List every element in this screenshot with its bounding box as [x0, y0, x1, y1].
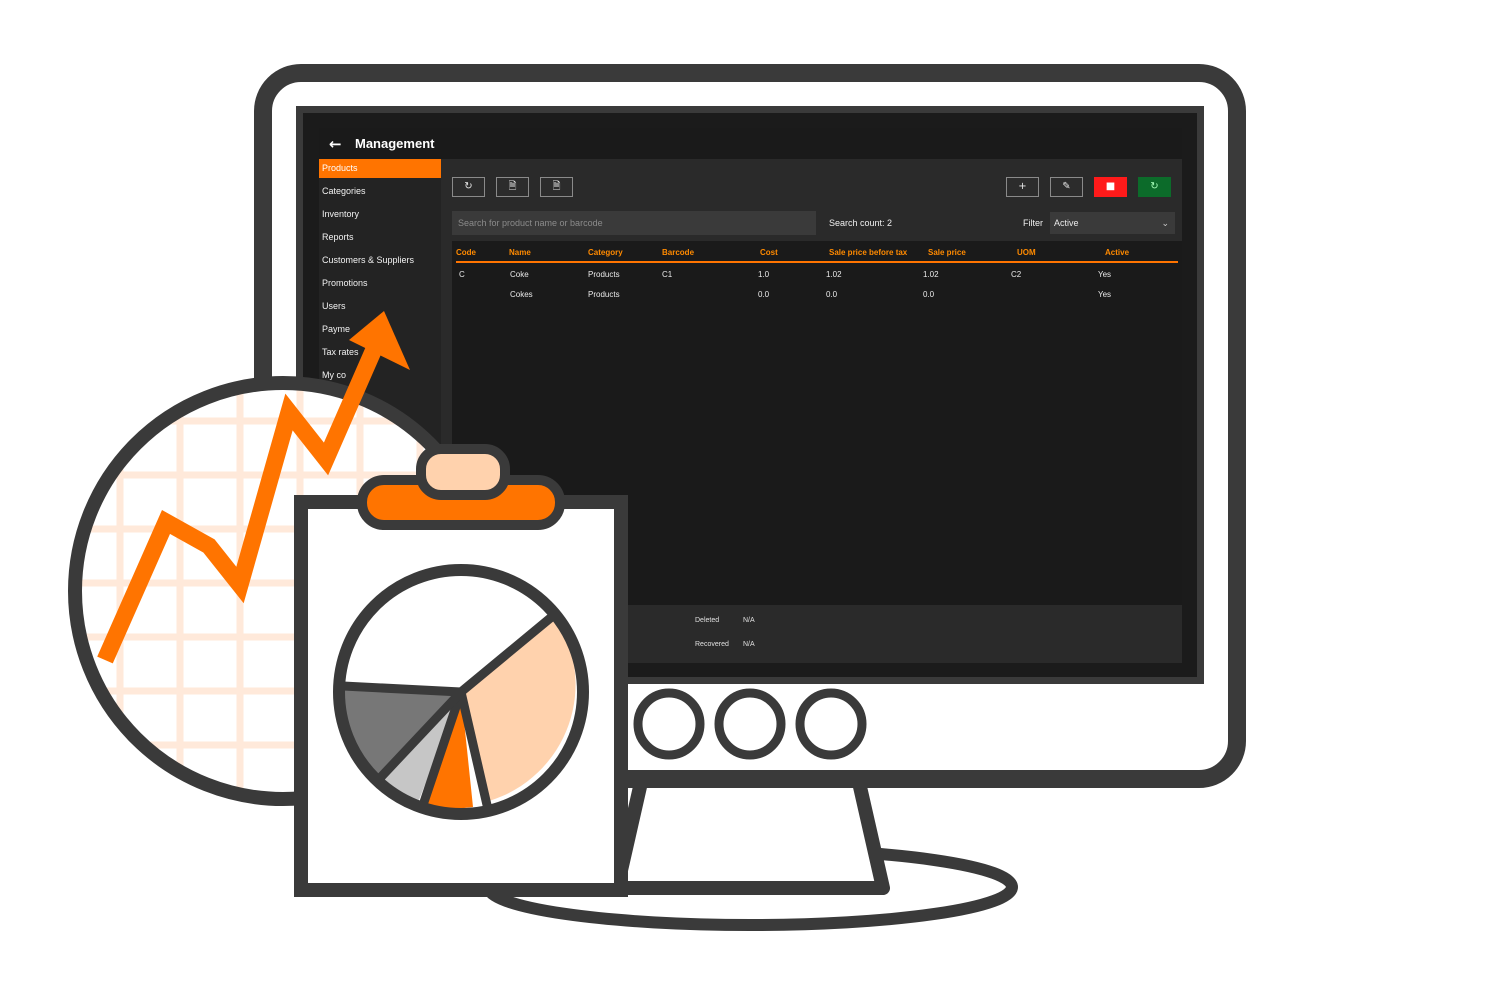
refresh-icon: ↻: [464, 181, 473, 192]
cell-sale-price: 1.02: [923, 270, 939, 279]
restore-button[interactable]: ↻: [1138, 177, 1171, 197]
cell-name: Coke: [510, 270, 529, 279]
cell-cost: 0.0: [758, 290, 770, 299]
products-table: Code Name Category Barcode Cost Sale pri…: [452, 241, 1182, 605]
search-input[interactable]: [452, 211, 816, 235]
edit-icon: ✎: [1062, 181, 1071, 192]
filter-dropdown[interactable]: Active ⌄: [1050, 212, 1175, 234]
cell-code: C: [459, 270, 465, 279]
page-title: Management: [355, 136, 435, 151]
monitor-button-2: [714, 688, 786, 760]
table-row[interactable]: Cokes Products 0.0 0.0 0.0 Yes: [456, 285, 1178, 305]
app-header: ← Management: [319, 128, 1182, 159]
sidebar-item-payments[interactable]: Payme: [319, 320, 441, 343]
plus-icon: +: [1018, 181, 1027, 192]
file-export-icon: 🗎: [552, 181, 561, 192]
main-content: ↻ 🗎 🗎 + ✎ ■ ↻ Search count: 2 Filter Act…: [444, 159, 1182, 663]
sidebar-item-inventory[interactable]: Inventory: [319, 205, 441, 228]
sidebar-item-categories[interactable]: Categories: [319, 182, 441, 205]
deleted-value: N/A: [743, 617, 755, 624]
deleted-label: Deleted: [695, 617, 720, 624]
sidebar-item-users[interactable]: Users: [319, 297, 441, 320]
cell-sale-price: 0.0: [923, 290, 935, 299]
record-info: Deleted N/A Recovered N/A: [444, 605, 1182, 663]
column-header-name[interactable]: Name: [509, 248, 531, 257]
cell-name: Cokes: [510, 290, 533, 299]
arrow-left-icon[interactable]: ←: [329, 135, 351, 153]
monitor-button-3: [795, 688, 867, 760]
monitor-neck: [610, 771, 890, 895]
recovered-value: N/A: [743, 641, 755, 648]
column-header-active[interactable]: Active: [1105, 248, 1129, 257]
app-screen: ← Management Products Categories Invento…: [303, 113, 1197, 677]
cell-active: Yes: [1098, 270, 1112, 279]
cell-sale-price-before-tax: 1.02: [826, 270, 842, 279]
refresh-button[interactable]: ↻: [452, 177, 485, 197]
column-header-sale-price-before-tax[interactable]: Sale price before tax: [829, 248, 907, 257]
illustration-stage: ← Management Products Categories Invento…: [0, 0, 1500, 1000]
cell-cost: 1.0: [758, 270, 770, 279]
column-header-sale-price[interactable]: Sale price: [928, 248, 966, 257]
sidebar-item-products[interactable]: Products: [319, 159, 441, 178]
file-import-icon: 🗎: [508, 181, 517, 192]
chevron-down-icon: ⌄: [1161, 218, 1169, 228]
export-button[interactable]: 🗎: [540, 177, 573, 197]
cell-barcode: C1: [662, 270, 673, 279]
filter-value: Active: [1054, 218, 1079, 228]
edit-button[interactable]: ✎: [1050, 177, 1083, 197]
cell-uom: C2: [1011, 270, 1022, 279]
sidebar-item-promotions[interactable]: Promotions: [319, 274, 441, 297]
add-button[interactable]: +: [1006, 177, 1039, 197]
import-button[interactable]: 🗎: [496, 177, 529, 197]
sidebar-item-tax-rates[interactable]: Tax rates: [319, 343, 441, 366]
restore-icon: ↻: [1150, 181, 1159, 192]
column-header-code[interactable]: Code: [456, 248, 476, 257]
cell-sale-price-before-tax: 0.0: [826, 290, 838, 299]
sidebar-item-reports[interactable]: Reports: [319, 228, 441, 251]
column-header-category[interactable]: Category: [588, 248, 623, 257]
column-header-uom[interactable]: UOM: [1017, 248, 1036, 257]
column-header-cost[interactable]: Cost: [760, 248, 778, 257]
monitor-button-1: [633, 688, 705, 760]
sidebar-item-my-company[interactable]: My co: [319, 366, 441, 389]
filter-label: Filter: [1023, 218, 1043, 228]
search-count: Search count: 2: [829, 218, 893, 228]
delete-button[interactable]: ■: [1094, 177, 1127, 197]
sidebar-item-customers-suppliers[interactable]: Customers & Suppliers: [319, 251, 441, 274]
table-row[interactable]: C Coke Products C1 1.0 1.02 1.02 C2 Yes: [456, 265, 1178, 285]
cell-active: Yes: [1098, 290, 1112, 299]
cell-category: Products: [588, 290, 620, 299]
app-window: ← Management Products Categories Invento…: [319, 128, 1182, 663]
column-header-barcode[interactable]: Barcode: [662, 248, 694, 257]
trash-icon: ■: [1105, 181, 1116, 192]
cell-category: Products: [588, 270, 620, 279]
sidebar: Products Categories Inventory Reports Cu…: [319, 159, 441, 663]
recovered-label: Recovered: [695, 641, 729, 648]
table-header: Code Name Category Barcode Cost Sale pri…: [456, 245, 1178, 263]
